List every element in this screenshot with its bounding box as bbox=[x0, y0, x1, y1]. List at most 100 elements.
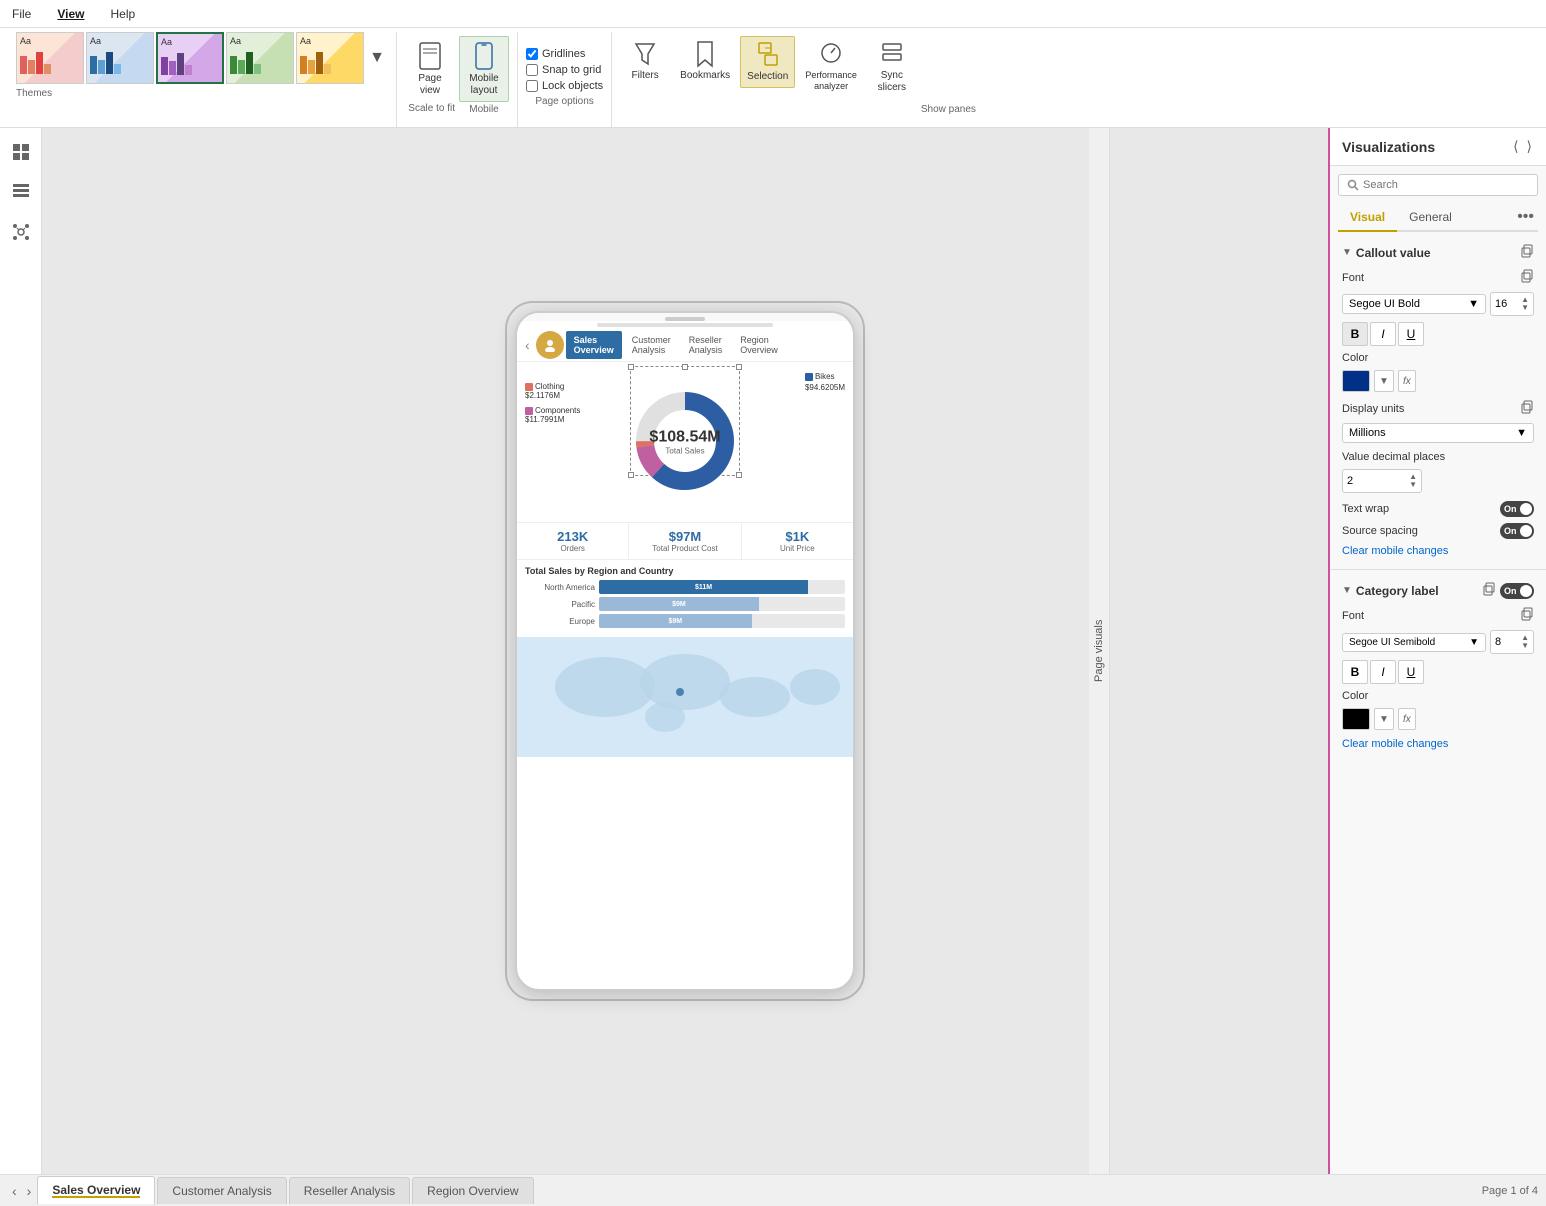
cat-color-dropdown[interactable]: ▼ bbox=[1374, 708, 1394, 730]
menu-bar: File View Help bbox=[0, 0, 1546, 28]
callout-display-units-value: Millions bbox=[1349, 427, 1386, 439]
callout-font-size[interactable]: 16 ▲ ▼ bbox=[1490, 292, 1534, 316]
cat-underline-btn[interactable]: U bbox=[1398, 660, 1424, 684]
decimal-spinners: ▲ ▼ bbox=[1409, 473, 1417, 489]
menu-file[interactable]: File bbox=[8, 5, 35, 23]
handle-tl[interactable] bbox=[628, 364, 634, 370]
page-options-section: Gridlines Snap to grid Lock objects Page… bbox=[518, 32, 612, 127]
cat-font-copy-icon[interactable] bbox=[1520, 607, 1534, 624]
page-visuals-tab[interactable]: Page visuals bbox=[1089, 128, 1110, 1174]
callout-value-section-header[interactable]: ▼ Callout value bbox=[1330, 236, 1546, 265]
page-tab-region[interactable]: Region Overview bbox=[412, 1177, 533, 1204]
display-units-chevron: ▼ bbox=[1516, 427, 1527, 439]
mobile-layout-btn[interactable]: Mobilelayout bbox=[459, 36, 509, 102]
page-view-section: Pageview Scale to fit Mobilelayout Mobil… bbox=[397, 32, 518, 127]
theme-4[interactable]: Aa bbox=[226, 32, 294, 84]
gridlines-check[interactable]: Gridlines bbox=[526, 48, 603, 60]
tab-prev-btn[interactable]: ‹ bbox=[8, 1181, 21, 1201]
panel-expand-btn[interactable]: ⟨ bbox=[1511, 136, 1520, 157]
lock-objects-checkbox[interactable] bbox=[526, 80, 538, 92]
handle-t[interactable] bbox=[682, 364, 688, 370]
section-header-left: ▼ Callout value bbox=[1342, 246, 1431, 260]
callout-color-swatch[interactable] bbox=[1342, 370, 1370, 392]
tab-next-btn[interactable]: › bbox=[23, 1181, 36, 1201]
callout-format-buttons: B I U bbox=[1342, 322, 1534, 346]
callout-font-dropdown[interactable]: Segoe UI Bold ▼ bbox=[1342, 294, 1486, 314]
callout-italic-btn[interactable]: I bbox=[1370, 322, 1396, 346]
model-view-icon[interactable] bbox=[5, 216, 37, 248]
callout-fx-btn[interactable]: fx bbox=[1398, 370, 1416, 392]
canvas-area[interactable]: ‹ SalesOverview CustomerAnalysis Reselle… bbox=[42, 128, 1328, 1174]
gridlines-checkbox[interactable] bbox=[526, 48, 538, 60]
cat-italic-btn[interactable]: I bbox=[1370, 660, 1396, 684]
theme-2[interactable]: Aa bbox=[86, 32, 154, 84]
text-wrap-on-label: On bbox=[1504, 504, 1517, 514]
page-view-btn[interactable]: Pageview bbox=[405, 37, 455, 101]
cat-fx-btn[interactable]: fx bbox=[1398, 708, 1416, 730]
callout-bold-btn[interactable]: B bbox=[1342, 322, 1368, 346]
cat-font-size[interactable]: 8 ▲ ▼ bbox=[1490, 630, 1534, 654]
filters-btn[interactable]: Filters bbox=[620, 36, 670, 86]
nav-tab-reseller[interactable]: ResellerAnalysis bbox=[681, 331, 731, 359]
report-view-icon[interactable] bbox=[5, 136, 37, 168]
cat-copy-icon[interactable] bbox=[1482, 582, 1496, 599]
nav-tab-region[interactable]: RegionOverview bbox=[732, 331, 786, 359]
bookmarks-btn[interactable]: Bookmarks bbox=[674, 36, 736, 86]
selection-label: Selection bbox=[747, 71, 788, 83]
lock-objects-check[interactable]: Lock objects bbox=[526, 80, 603, 92]
text-wrap-toggle[interactable]: On bbox=[1500, 501, 1534, 517]
more-themes-btn[interactable]: ▼ bbox=[366, 49, 388, 67]
callout-clear-link[interactable]: Clear mobile changes bbox=[1342, 545, 1534, 557]
snap-to-grid-checkbox[interactable] bbox=[526, 64, 538, 76]
theme-1[interactable]: Aa bbox=[16, 32, 84, 84]
source-spacing-toggle[interactable]: On bbox=[1500, 523, 1534, 539]
callout-font-copy-icon[interactable] bbox=[1520, 269, 1534, 286]
cat-font-dropdown[interactable]: Segoe UI Semibold ▼ bbox=[1342, 633, 1486, 652]
decimal-down[interactable]: ▼ bbox=[1409, 481, 1417, 489]
data-view-icon[interactable] bbox=[5, 176, 37, 208]
page-tab-sales[interactable]: Sales Overview bbox=[37, 1176, 155, 1205]
avatar bbox=[536, 331, 564, 359]
page-tab-reseller[interactable]: Reseller Analysis bbox=[289, 1177, 410, 1204]
menu-view[interactable]: View bbox=[53, 5, 88, 23]
nav-tab-sales[interactable]: SalesOverview bbox=[566, 331, 622, 359]
handle-tr[interactable] bbox=[736, 364, 742, 370]
nav-tab-customer[interactable]: CustomerAnalysis bbox=[624, 331, 679, 359]
callout-value-body: Font Segoe UI Bold ▼ 16 ▲ bbox=[1330, 265, 1546, 565]
decimal-places-input[interactable]: 2 ▲ ▼ bbox=[1342, 469, 1422, 493]
search-input[interactable] bbox=[1363, 179, 1529, 191]
font-size-down[interactable]: ▼ bbox=[1521, 304, 1529, 312]
menu-help[interactable]: Help bbox=[106, 5, 139, 23]
bar-container-na: $11M bbox=[599, 580, 845, 594]
callout-underline-btn[interactable]: U bbox=[1398, 322, 1424, 346]
selection-btn[interactable]: Selection bbox=[740, 36, 795, 88]
cat-color-swatch[interactable] bbox=[1342, 708, 1370, 730]
callout-color-row: Color bbox=[1342, 352, 1534, 364]
theme-5[interactable]: Aa bbox=[296, 32, 364, 84]
snap-to-grid-check[interactable]: Snap to grid bbox=[526, 64, 603, 76]
callout-display-units-copy[interactable] bbox=[1520, 400, 1534, 417]
more-options-btn[interactable]: ••• bbox=[1513, 204, 1538, 230]
cat-bold-btn[interactable]: B bbox=[1342, 660, 1368, 684]
cat-on-toggle[interactable]: On bbox=[1500, 583, 1534, 599]
cat-clear-link[interactable]: Clear mobile changes bbox=[1342, 738, 1534, 750]
sync-slicers-btn[interactable]: Syncslicers bbox=[867, 36, 917, 98]
legend-bikes: Bikes bbox=[805, 372, 845, 381]
callout-display-units-dropdown[interactable]: Millions ▼ bbox=[1342, 423, 1534, 443]
tab-visual[interactable]: Visual bbox=[1338, 204, 1397, 232]
theme-3[interactable]: Aa bbox=[156, 32, 224, 84]
page-tab-customer[interactable]: Customer Analysis bbox=[157, 1177, 286, 1204]
cat-size-down[interactable]: ▼ bbox=[1521, 642, 1529, 650]
callout-color-dropdown[interactable]: ▼ bbox=[1374, 370, 1394, 392]
search-box[interactable] bbox=[1338, 174, 1538, 196]
category-label-section-header[interactable]: ▼ Category label On bbox=[1330, 574, 1546, 603]
callout-copy-icon[interactable] bbox=[1520, 244, 1534, 261]
checkbox-group: Gridlines Snap to grid Lock objects bbox=[526, 40, 603, 92]
left-sidebar bbox=[0, 128, 42, 1174]
performance-btn[interactable]: Performanceanalyzer bbox=[799, 36, 863, 96]
tab-general[interactable]: General bbox=[1397, 204, 1464, 230]
panel-collapse-btn[interactable]: ⟩ bbox=[1525, 136, 1534, 157]
nav-back-btn[interactable]: ‹ bbox=[521, 335, 534, 355]
bar-fill-pacific: $9M bbox=[599, 597, 759, 611]
show-panes-section: Filters Bookmarks Selection Performancea… bbox=[612, 32, 984, 127]
